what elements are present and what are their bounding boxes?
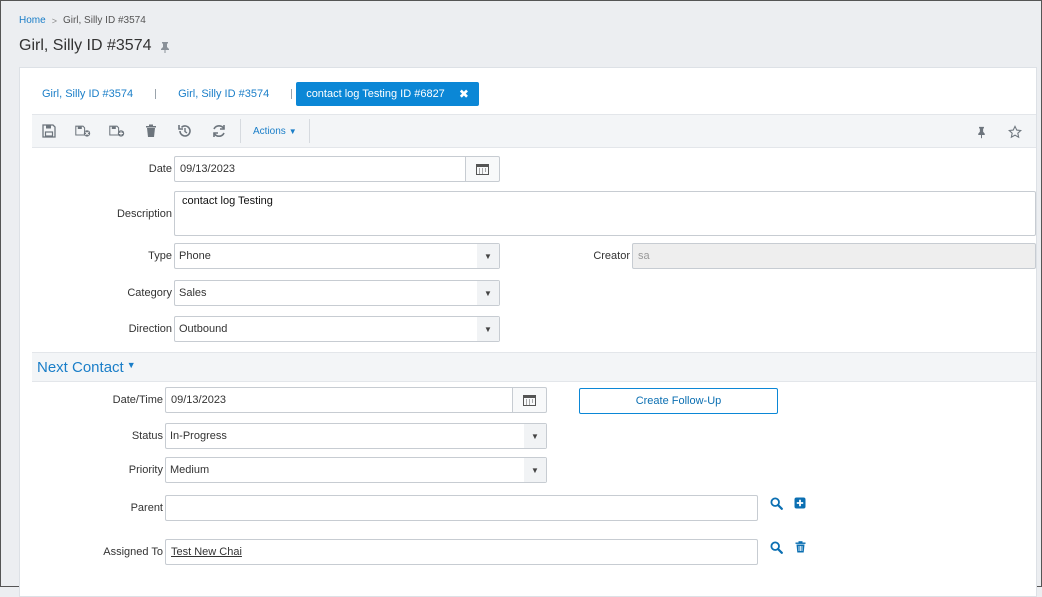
save-button[interactable]: [32, 116, 66, 146]
caret-down-icon: ▼: [126, 360, 136, 370]
type-label: Type: [148, 250, 172, 262]
record-panel: Girl, Silly ID #3574 Girl, Silly ID #357…: [19, 67, 1037, 597]
creator-label: Creator: [593, 250, 630, 262]
datetime-row: Date/Time 09/13/2023: [80, 387, 547, 413]
add-icon[interactable]: [793, 496, 807, 510]
breadcrumb-current: Girl, Silly ID #3574: [62, 15, 146, 26]
trash-icon[interactable]: [793, 540, 807, 554]
direction-label: Direction: [128, 323, 172, 335]
category-select[interactable]: Sales ▼: [174, 280, 500, 306]
date-row: Date 09/13/2023: [80, 156, 500, 182]
save-and-close-button[interactable]: [66, 116, 100, 146]
description-label: Description: [116, 207, 172, 220]
category-value: Sales: [179, 287, 207, 299]
calendar-icon: [523, 395, 536, 406]
priority-select[interactable]: Medium ▼: [165, 457, 547, 483]
pin-button[interactable]: [964, 117, 998, 147]
star-icon: [1008, 125, 1022, 139]
status-row: Status In-Progress ▼: [80, 423, 547, 449]
create-follow-up-button[interactable]: Create Follow-Up: [579, 388, 778, 414]
actions-dropdown[interactable]: Actions ▼: [245, 126, 305, 137]
description-row: Description contact log Testing: [80, 191, 1036, 236]
calendar-icon: [476, 164, 489, 175]
tab-girl-silly-1[interactable]: Girl, Silly ID #3574: [20, 82, 155, 106]
tab-bar: Girl, Silly ID #3574 Girl, Silly ID #357…: [20, 80, 479, 108]
toolbar-divider: [308, 119, 310, 143]
tab-label: contact log Testing ID #6827: [306, 88, 445, 100]
tab-divider: [291, 89, 293, 99]
caret-down-icon: ▼: [477, 281, 499, 305]
delete-button[interactable]: [134, 116, 168, 146]
next-contact-section-header[interactable]: Next Contact ▼: [32, 352, 1036, 382]
tab-label: Girl, Silly ID #3574: [42, 88, 134, 100]
category-row: Category Sales ▼: [80, 280, 500, 306]
toolbar-divider: [240, 119, 241, 143]
pin-icon: [977, 126, 985, 138]
save-new-icon: [109, 125, 125, 137]
type-value: Phone: [179, 250, 211, 262]
chevron-right-icon: >: [51, 15, 57, 26]
status-label: Status: [131, 430, 163, 442]
caret-down-icon: ▼: [477, 244, 499, 268]
date-input[interactable]: 09/13/2023: [174, 156, 466, 182]
toolbar-right: [964, 117, 1032, 147]
direction-value: Outbound: [179, 323, 228, 335]
priority-row: Priority Medium ▼: [80, 457, 547, 483]
status-select[interactable]: In-Progress ▼: [165, 423, 547, 449]
caret-down-icon: ▼: [524, 458, 546, 482]
caret-down-icon: ▼: [477, 317, 499, 341]
date-label: Date: [148, 163, 172, 175]
description-textarea[interactable]: contact log Testing: [174, 191, 1036, 236]
search-icon[interactable]: [769, 496, 783, 510]
caret-down-icon: ▼: [524, 424, 546, 448]
tab-girl-silly-2[interactable]: Girl, Silly ID #3574: [156, 82, 291, 106]
assigned-to-row: Assigned To Test New Chai: [80, 539, 758, 565]
assigned-to-input[interactable]: Test New Chai: [165, 539, 758, 565]
type-select[interactable]: Phone ▼: [174, 243, 500, 269]
actions-label: Actions: [253, 125, 286, 137]
direction-row: Direction Outbound ▼: [80, 316, 500, 342]
status-value: In-Progress: [170, 430, 227, 442]
close-icon[interactable]: ✖: [459, 87, 469, 101]
page-title-row: Girl, Silly ID #3574: [19, 37, 170, 55]
date-picker-button[interactable]: [466, 156, 500, 182]
creator-row: Creator sa: [580, 243, 1036, 269]
trash-icon: [146, 124, 156, 137]
page-title: Girl, Silly ID #3574: [19, 37, 152, 54]
direction-select[interactable]: Outbound ▼: [174, 316, 500, 342]
undo-button[interactable]: [168, 116, 202, 146]
assigned-to-link[interactable]: Test New Chai: [171, 546, 242, 558]
category-label: Category: [127, 287, 172, 299]
tab-label: Girl, Silly ID #3574: [178, 88, 270, 100]
priority-value: Medium: [170, 464, 210, 476]
undo-icon: [178, 125, 191, 137]
datetime-label: Date/Time: [112, 394, 163, 406]
favorite-button[interactable]: [998, 117, 1032, 147]
toolbar: Actions ▼: [32, 114, 1036, 148]
pin-icon[interactable]: [160, 40, 170, 53]
save-and-new-button[interactable]: [100, 116, 134, 146]
save-close-icon: [75, 125, 91, 137]
assigned-to-label: Assigned To: [103, 546, 163, 558]
refresh-button[interactable]: [202, 116, 236, 146]
parent-input[interactable]: [165, 495, 758, 521]
creator-input: sa: [632, 243, 1036, 269]
parent-label: Parent: [130, 502, 163, 514]
type-row: Type Phone ▼: [80, 243, 500, 269]
datetime-picker-button[interactable]: [513, 387, 547, 413]
breadcrumb-home-link[interactable]: Home: [19, 15, 46, 26]
parent-row: Parent: [80, 495, 758, 521]
breadcrumb: Home > Girl, Silly ID #3574: [19, 15, 146, 26]
search-icon[interactable]: [769, 540, 783, 554]
refresh-icon: [213, 125, 225, 137]
priority-label: Priority: [128, 464, 163, 476]
caret-down-icon: ▼: [288, 126, 297, 136]
datetime-input[interactable]: 09/13/2023: [165, 387, 513, 413]
section-title: Next Contact: [37, 358, 124, 376]
tab-contact-log[interactable]: contact log Testing ID #6827 ✖: [296, 82, 479, 106]
save-icon: [42, 124, 56, 138]
